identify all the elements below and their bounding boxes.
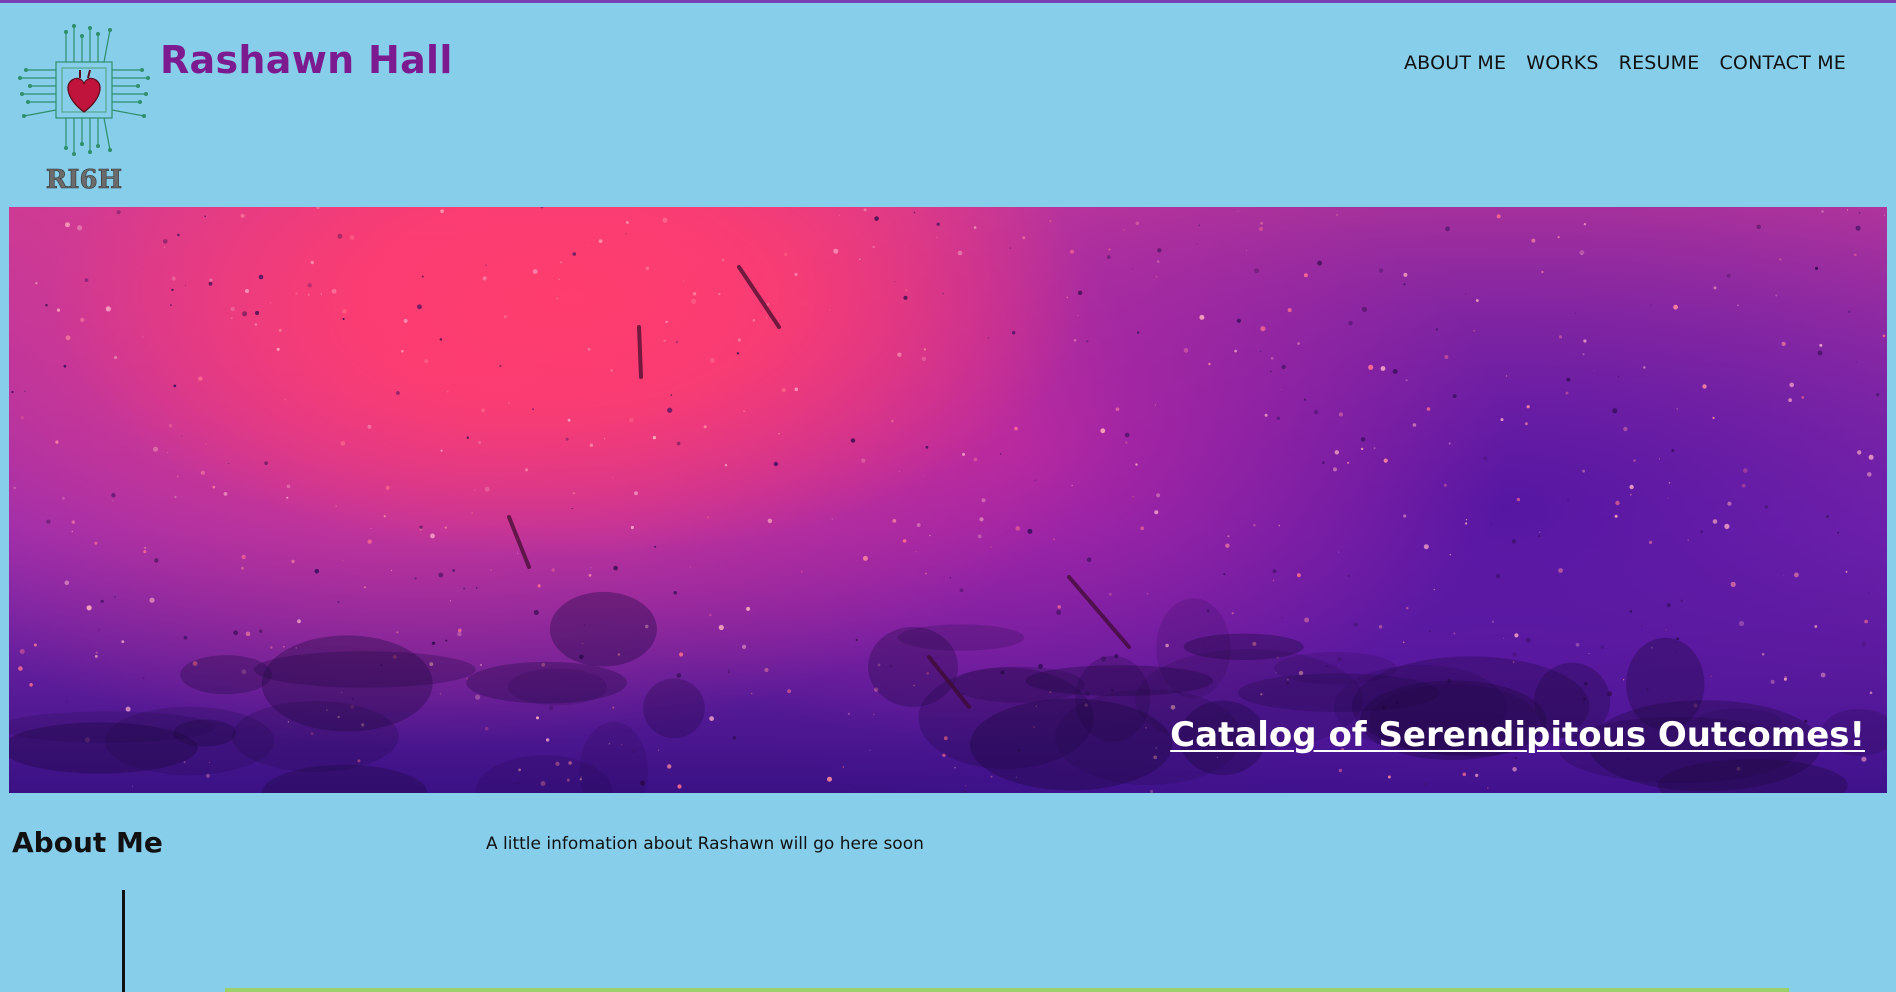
logo-lettering: RI6H (46, 165, 122, 194)
hero-caption-link[interactable]: Catalog of Serendipitous Outcomes! (1170, 715, 1865, 755)
main-nav: ABOUT ME WORKS RESUME CONTACT ME (1404, 52, 1846, 74)
about-me-heading: About Me (12, 826, 163, 859)
about-me-text: A little infomation about Rashawn will g… (486, 834, 924, 854)
timeline-divider (122, 890, 125, 992)
nav-resume[interactable]: RESUME (1619, 52, 1700, 74)
nav-contact-me[interactable]: CONTACT ME (1719, 52, 1846, 74)
top-accent-rule (0, 0, 1896, 3)
site-title[interactable]: Rashawn Hall (160, 38, 453, 82)
hero-banner: Catalog of Serendipitous Outcomes! (9, 207, 1887, 793)
hero-background-image (9, 207, 1887, 793)
nav-works[interactable]: WORKS (1526, 52, 1598, 74)
site-logo[interactable]: RI6H (18, 24, 150, 194)
nav-about-me[interactable]: ABOUT ME (1404, 52, 1506, 74)
section-accent-rule (225, 988, 1789, 992)
heart-circuit-logo-icon: RI6H (18, 24, 150, 194)
